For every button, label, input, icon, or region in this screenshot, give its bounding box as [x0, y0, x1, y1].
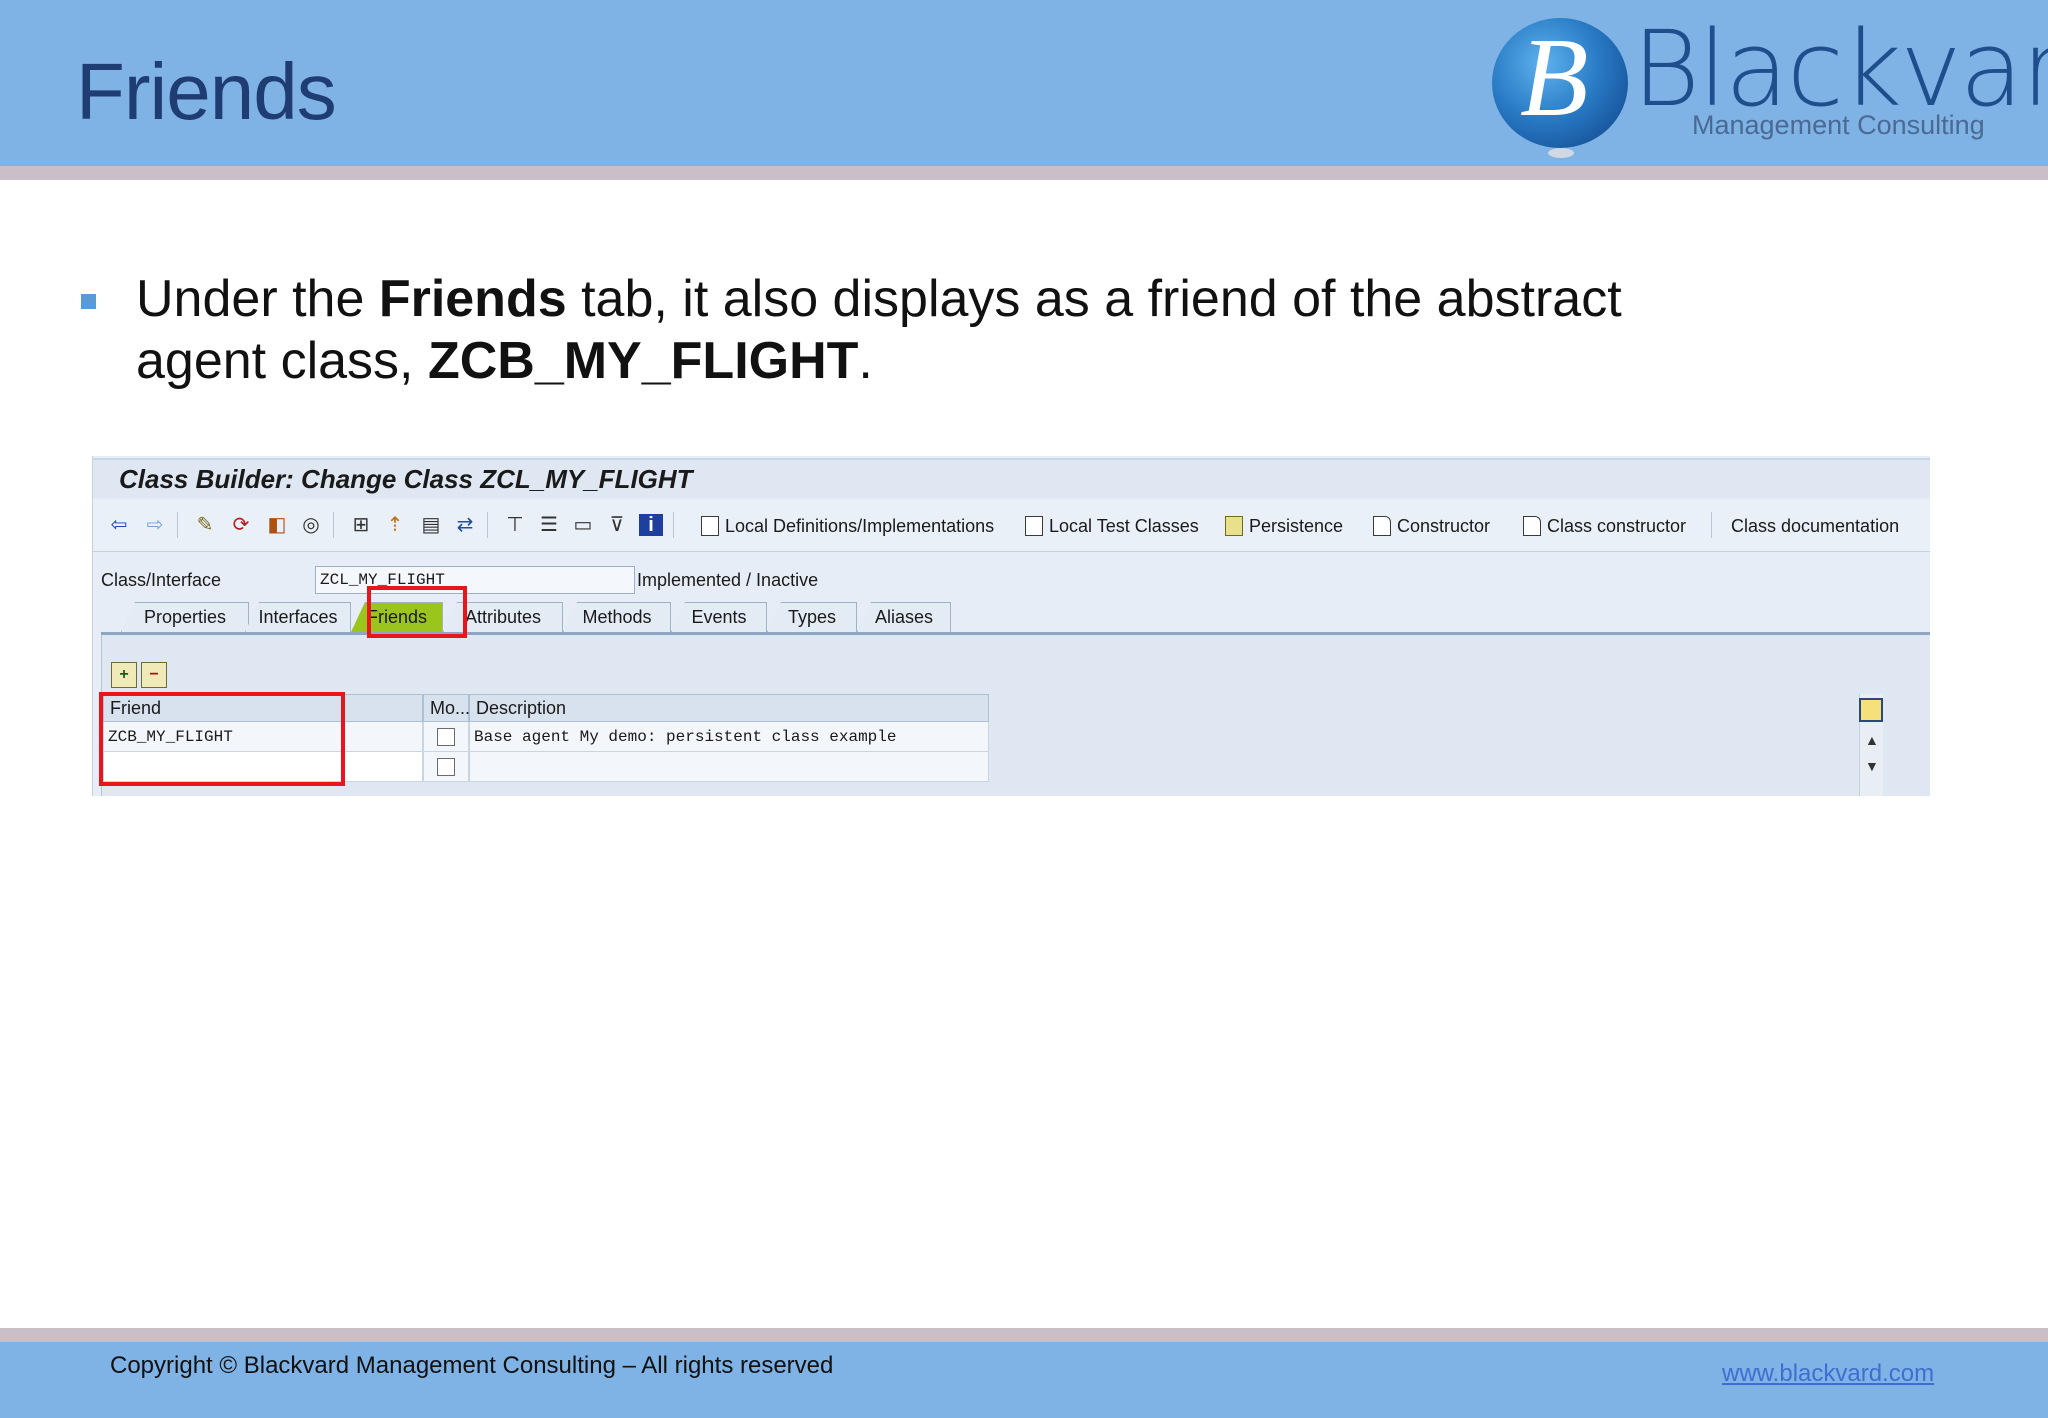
bullet-text: Under the Friends tab, it also displays …	[136, 268, 1756, 392]
tab-types[interactable]: Types	[767, 602, 857, 632]
tab-methods[interactable]: Methods	[563, 602, 671, 632]
sap-class-builder-window: Class Builder: Change Class ZCL_MY_FLIGH…	[92, 456, 1930, 796]
hierarchy-icon[interactable]: ⊞	[349, 514, 373, 536]
scroll-down-icon[interactable]: ▼	[1865, 758, 1879, 774]
blackvard-logo: B Blackvard Management Consulting	[1490, 8, 2048, 164]
tab-properties[interactable]: Properties	[121, 602, 249, 632]
delete-row-icon[interactable]: −	[141, 662, 167, 688]
cell-description	[469, 752, 989, 782]
copyright-text: Copyright © Blackvard Management Consult…	[110, 1352, 834, 1379]
modeled-checkbox[interactable]	[437, 728, 455, 746]
header-rule	[0, 166, 2048, 180]
slide-title: Friends	[76, 47, 337, 136]
local-definitions-label: Local Definitions/Implementations	[725, 516, 995, 536]
constructor-button[interactable]: Constructor	[1373, 512, 1490, 540]
class-constructor-label: Class constructor	[1547, 516, 1687, 536]
slide: Friends B Blackvard Management Consultin…	[0, 0, 2048, 1418]
insert-row-icon[interactable]: +	[111, 662, 137, 688]
class-constructor-button[interactable]: Class constructor	[1523, 512, 1686, 540]
toolbar-separator	[1711, 512, 1712, 538]
footer-rule	[0, 1328, 2048, 1342]
list-icon[interactable]: ▭	[571, 514, 595, 536]
local-test-classes-label: Local Test Classes	[1049, 516, 1199, 536]
document-icon	[1373, 516, 1391, 536]
bullet-part3: .	[858, 332, 873, 390]
logo-subtitle: Management Consulting	[1692, 110, 1985, 140]
local-definitions-button[interactable]: Local Definitions/Implementations	[701, 512, 994, 540]
sap-title-bar: Class Builder: Change Class ZCL_MY_FLIGH…	[93, 458, 1930, 498]
class-status: Implemented / Inactive	[637, 570, 819, 590]
pin-icon[interactable]: ⇡	[383, 514, 407, 536]
stack-icon[interactable]: ☰	[537, 514, 561, 536]
logo-initial: B	[1520, 16, 1589, 140]
logo-base	[1548, 148, 1574, 158]
header-description[interactable]: Description	[469, 694, 989, 722]
tab-events[interactable]: Events	[671, 602, 767, 632]
bullet-bold-friends: Friends	[378, 270, 567, 328]
spiral-icon[interactable]: ◎	[299, 514, 323, 536]
sap-toolbar: ⇦ ⇨ ✎ ⟳ ◧ ◎ ⊞ ⇡ ▤ ⇄ ⊤ ☰ ▭ ⊽ i Local Defi…	[93, 500, 1930, 552]
modeled-checkbox[interactable]	[437, 758, 455, 776]
toolbar-separator	[673, 512, 674, 538]
header-modeled[interactable]: Mo...	[423, 694, 470, 722]
forward-arrow-icon[interactable]: ⇨	[143, 514, 167, 536]
cell-description: Base agent My demo: persistent class exa…	[469, 722, 989, 752]
object-list-icon[interactable]: ◧	[265, 514, 289, 536]
class-documentation-label: Class documentation	[1731, 516, 1900, 536]
tab-aliases[interactable]: Aliases	[857, 602, 951, 632]
bullet-bold-class: ZCB_MY_FLIGHT	[427, 332, 859, 390]
friends-tab-highlight	[367, 586, 467, 638]
info-icon[interactable]: i	[639, 514, 663, 536]
bullet-marker	[81, 294, 96, 309]
tab-interfaces[interactable]: Interfaces	[245, 602, 351, 632]
table-layout-icon[interactable]	[1859, 698, 1883, 722]
display-icon[interactable]: ▤	[419, 514, 443, 536]
toolbar-separator	[177, 512, 178, 538]
persistence-button[interactable]: Persistence	[1225, 512, 1343, 540]
switch-icon[interactable]: ⟳	[229, 514, 253, 536]
back-arrow-icon[interactable]: ⇦	[107, 514, 131, 536]
filter-icon[interactable]: ⊽	[605, 514, 629, 536]
document-icon	[1523, 516, 1541, 536]
class-interface-label: Class/Interface	[101, 570, 222, 590]
bullet-part1: Under the	[136, 270, 379, 328]
toolbar-separator	[487, 512, 488, 538]
friend-column-highlight	[99, 692, 345, 786]
local-test-classes-icon	[1025, 516, 1043, 536]
persistence-icon	[1225, 516, 1243, 536]
website-link[interactable]: www.blackvard.com	[1722, 1360, 1934, 1388]
pen-icon[interactable]: ✎	[193, 514, 217, 536]
constructor-label: Constructor	[1397, 516, 1491, 536]
tree-icon[interactable]: ⊤	[503, 514, 527, 536]
local-definitions-icon	[701, 516, 719, 536]
toolbar-separator	[333, 512, 334, 538]
window-title: Class Builder: Change Class ZCL_MY_FLIGH…	[119, 464, 693, 494]
navigate-icon[interactable]: ⇄	[453, 514, 477, 536]
local-test-classes-button[interactable]: Local Test Classes	[1025, 512, 1199, 540]
class-documentation-button[interactable]: Class documentation	[1731, 512, 1899, 540]
persistence-label: Persistence	[1249, 516, 1344, 536]
scroll-up-icon[interactable]: ▲	[1865, 732, 1879, 748]
class-interface-field[interactable]: ZCL_MY_FLIGHT	[315, 566, 635, 594]
